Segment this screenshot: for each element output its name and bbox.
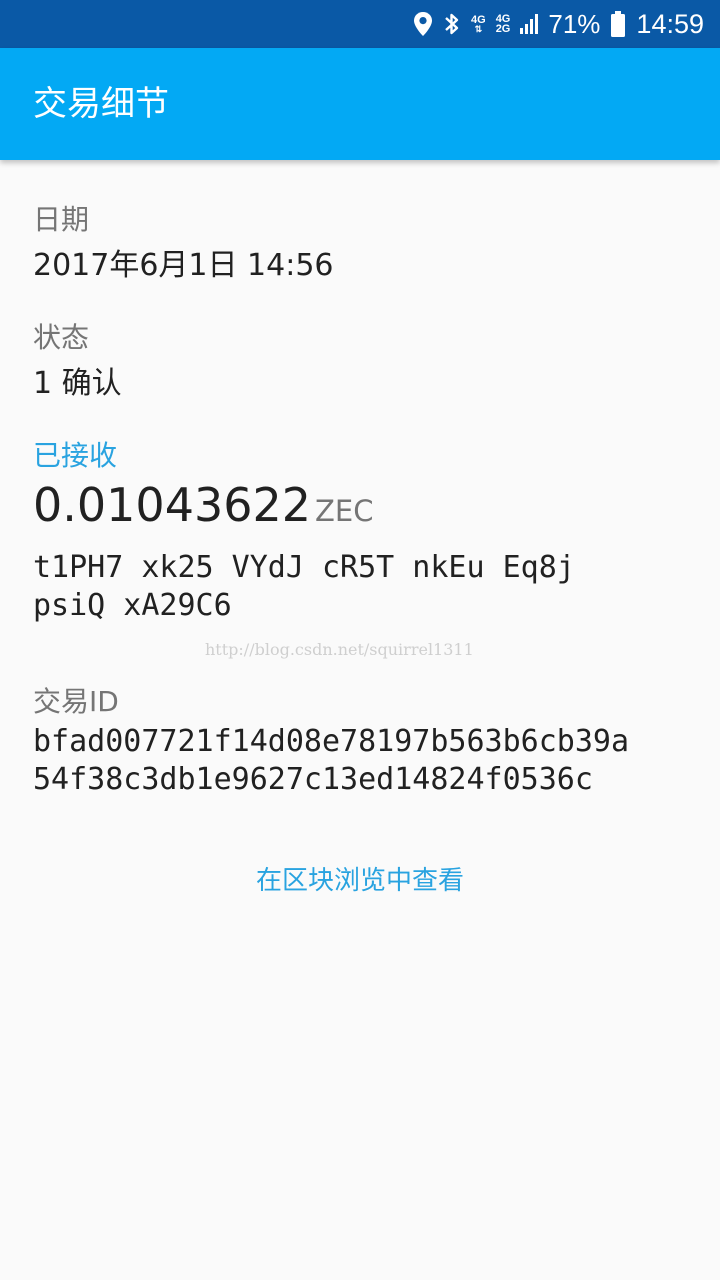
battery-percentage: 71% [548,8,601,39]
network-2g-label: 2G [495,23,511,35]
page-title: 交易细节 [33,84,169,124]
date-value: 2017年6月1日 14:56 [33,248,334,283]
location-icon [413,11,433,37]
address-line-1: t1PH7 xk25 VYdJ cR5T nkEu Eq8j [33,550,575,585]
status-clock: 14:59 [636,8,704,39]
network-4g-label: 4G [471,13,486,26]
status-icons: 4G ⇅ 4G 2G 71% 14:59 [413,0,704,48]
signal-icon [520,13,539,35]
battery-icon [610,10,626,38]
amount: 0.01043622 ZEC [33,478,373,532]
status-value: 1 确认 [33,366,122,401]
bluetooth-icon [443,10,461,38]
view-in-explorer-link[interactable]: 在区块浏览中查看 [0,860,720,897]
date-label: 日期 [33,203,90,236]
txid-line-1: bfad007721f14d08e78197b563b6cb39a [33,724,630,759]
data-arrows-icon: ⇅ [474,23,483,34]
amount-value: 0.01043622 [33,478,312,532]
app-bar: 交易细节 [0,48,720,160]
network-4g-indicator: 4G ⇅ [471,13,486,34]
amount-unit: ZEC [315,494,374,528]
txid-label: 交易ID [33,685,119,718]
txid-line-2: 54f38c3db1e9627c13ed14824f0536c [33,762,593,797]
status-bar: 4G ⇅ 4G 2G 71% 14:59 [0,0,720,48]
received-label: 已接收 [33,439,118,472]
watermark: http://blog.csdn.net/squirrel1311 [205,640,474,659]
status-label: 状态 [33,321,90,354]
network-dual-indicator: 4G 2G [495,14,511,35]
address-line-2: psiQ xA29C6 [33,588,232,623]
